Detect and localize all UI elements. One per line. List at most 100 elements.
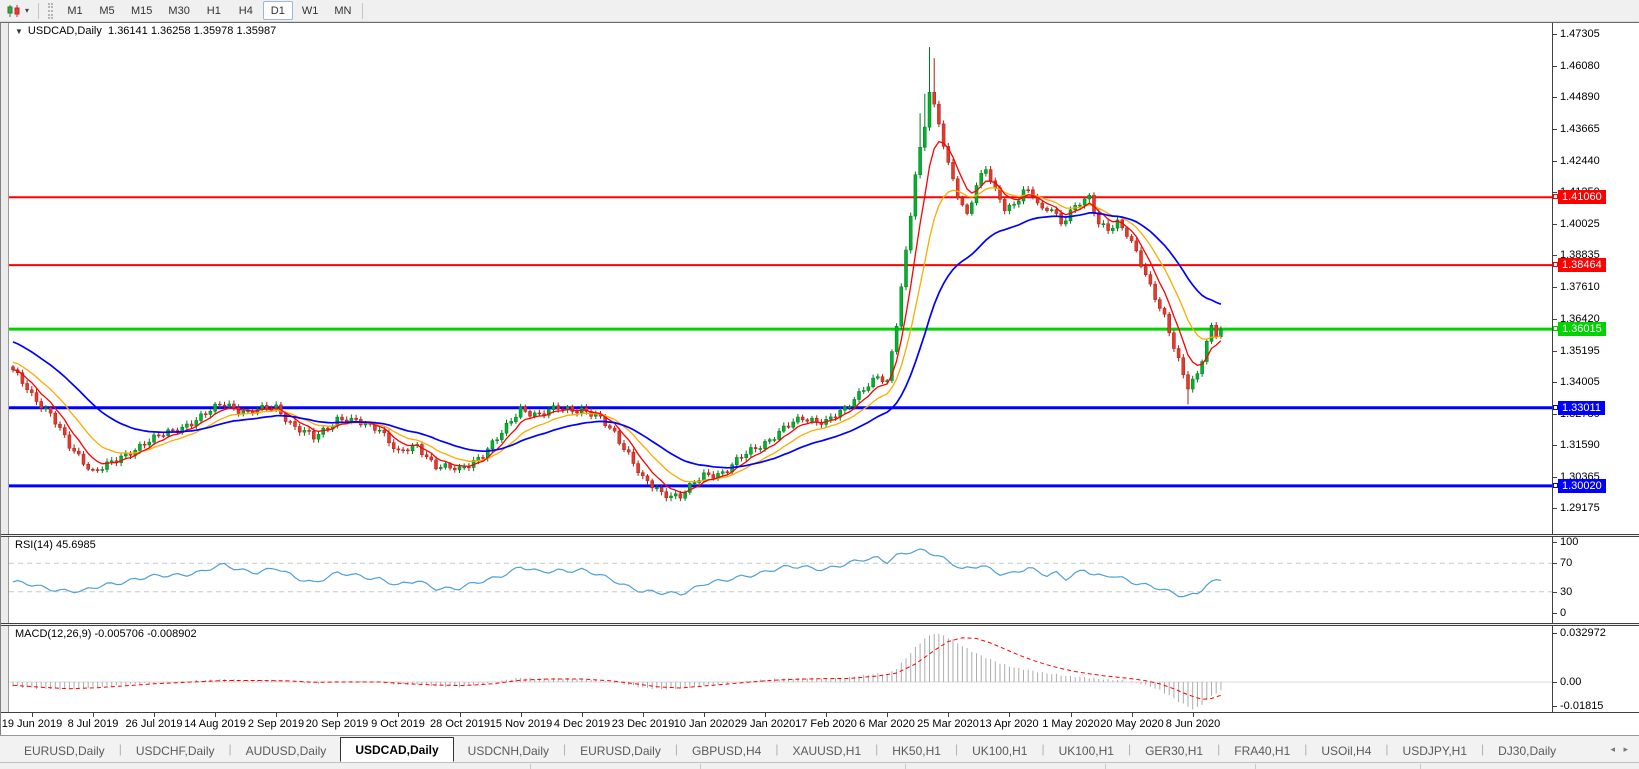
date-tick — [887, 713, 888, 717]
rsi-axis: 100 70 30 0 — [1552, 537, 1639, 623]
rsi-tick — [1553, 542, 1557, 543]
chart-type-button[interactable]: ▾ — [0, 1, 35, 21]
price-tick — [1553, 255, 1557, 256]
macd-tick-label: 0.032972 — [1560, 627, 1606, 639]
price-tick — [1553, 192, 1557, 193]
rsi-tick — [1553, 613, 1557, 614]
rsi-tick-label: 0 — [1560, 607, 1567, 619]
date-tick-label: 29 Jan 2020 — [734, 718, 796, 730]
chart-tab-eurusd-daily[interactable]: EURUSD,Daily — [566, 739, 675, 762]
price-tick-label: 1.40025 — [1560, 218, 1600, 230]
date-tick-label: 9 Oct 2019 — [371, 718, 425, 730]
rsi-indicator-pane[interactable]: RSI(14) 45.6985 — [9, 537, 1552, 623]
chart-tab-usdcnh-daily[interactable]: USDCNH,Daily — [454, 739, 563, 762]
date-tick-label: 4 Dec 2019 — [553, 718, 611, 730]
macd-tick-label: 0.00 — [1560, 676, 1582, 688]
macd-label: MACD(12,26,9) -0.005706 -0.008902 — [15, 628, 197, 640]
date-tick-label: 23 Dec 2019 — [611, 718, 675, 730]
price-line-notch — [1553, 405, 1558, 410]
price-tick-label: 1.31590 — [1560, 439, 1600, 451]
window-left-edge — [1, 23, 9, 736]
date-tick-label: 15 Nov 2019 — [489, 718, 553, 730]
chart-tab-ger30-h1[interactable]: GER30,H1 — [1131, 739, 1217, 762]
price-tick-label: 1.46080 — [1560, 60, 1600, 72]
price-chart-pane[interactable]: ▼ USDCAD,Daily 1.36141 1.36258 1.35978 1.… — [9, 23, 1552, 534]
price-tick — [1553, 445, 1557, 446]
price-tick — [1553, 508, 1557, 509]
date-tick — [32, 713, 33, 717]
price-tick-label: 1.34005 — [1560, 376, 1600, 388]
date-tick-label: 20 May 2020 — [1100, 718, 1164, 730]
tab-scroll-arrows[interactable]: ◂ ▸ — [1602, 744, 1639, 755]
date-tick-label: 1 May 2020 — [1042, 718, 1100, 730]
price-tick-label: 1.43665 — [1560, 123, 1600, 135]
date-tick — [765, 713, 766, 717]
date-tick-label: 13 Apr 2020 — [979, 718, 1039, 730]
date-tick — [704, 713, 705, 717]
macd-tick — [1553, 633, 1557, 634]
price-tick-label: 1.42440 — [1560, 155, 1600, 167]
date-tick — [521, 713, 522, 717]
price-line-label: 1.38464 — [1558, 258, 1606, 272]
date-tick-label: 8 Jun 2020 — [1165, 718, 1221, 730]
price-tick — [1553, 382, 1557, 383]
timeframe-button-h1[interactable]: H1 — [199, 1, 229, 20]
timeframe-button-m15[interactable]: M15 — [124, 1, 159, 20]
date-tick — [460, 713, 461, 717]
macd-tick-label: -0.01815 — [1560, 700, 1604, 712]
timeframe-button-m1[interactable]: M1 — [60, 1, 90, 20]
price-tick — [1553, 351, 1557, 352]
chart-tab-usoil-h4[interactable]: USOil,H4 — [1307, 739, 1385, 762]
chart-tab-hk50-h1[interactable]: HK50,H1 — [878, 739, 955, 762]
status-separator — [905, 764, 906, 769]
date-tick-label: 14 Aug 2019 — [184, 718, 246, 730]
price-line-notch — [1553, 326, 1558, 331]
chart-tab-eurusd-daily[interactable]: EURUSD,Daily — [10, 739, 119, 762]
timeframe-button-mn[interactable]: MN — [327, 1, 358, 20]
chart-tab-xauusd-h1[interactable]: XAUUSD,H1 — [778, 739, 875, 762]
chart-tab-fra40-h1[interactable]: FRA40,H1 — [1220, 739, 1304, 762]
timeframe-toolbar: ▾ M1 M5 M15 M30 H1 H4 D1 W1 MN — [0, 0, 1639, 22]
macd-chart[interactable] — [9, 626, 1552, 712]
price-line-label: 1.41060 — [1558, 190, 1606, 204]
timeframe-buttons: M1 M5 M15 M30 H1 H4 D1 W1 MN — [59, 1, 359, 20]
chart-tab-usdcad-daily[interactable]: USDCAD,Daily — [340, 737, 454, 762]
chart-tab-uk100-h1[interactable]: UK100,H1 — [1045, 739, 1128, 762]
chart-tab-audusd-daily[interactable]: AUDUSD,Daily — [232, 739, 341, 762]
chart-menu-caret-icon[interactable]: ▼ — [15, 27, 23, 36]
price-line-label: 1.30020 — [1558, 479, 1606, 493]
macd-indicator-pane[interactable]: MACD(12,26,9) -0.005706 -0.008902 — [9, 626, 1552, 712]
timeframe-button-m30[interactable]: M30 — [161, 1, 196, 20]
macd-tick — [1553, 682, 1557, 683]
rsi-tick-label: 100 — [1560, 537, 1579, 548]
timeframe-button-h4[interactable]: H4 — [231, 1, 261, 20]
timeframe-button-d1[interactable]: D1 — [262, 1, 293, 20]
status-separator — [1255, 764, 1256, 769]
price-tick-label: 1.47305 — [1560, 28, 1600, 40]
chart-tab-usdchf-daily[interactable]: USDCHF,Daily — [122, 739, 229, 762]
toolbar-grip[interactable] — [48, 2, 54, 19]
chart-title-ohlc: 1.36141 1.36258 1.35978 1.35987 — [108, 25, 277, 37]
date-tick — [1193, 713, 1194, 717]
chart-title-symbol: USDCAD,Daily — [27, 25, 102, 37]
chart-tab-dj30-daily[interactable]: DJ30,Daily — [1484, 739, 1570, 762]
candlestick-chart[interactable] — [9, 23, 1552, 534]
date-tick — [948, 713, 949, 717]
date-tick — [1132, 713, 1133, 717]
chart-tab-gbpusd-h4[interactable]: GBPUSD,H4 — [678, 739, 775, 762]
chart-window: ▼ USDCAD,Daily 1.36141 1.36258 1.35978 1.… — [0, 22, 1639, 736]
timeframe-button-w1[interactable]: W1 — [295, 1, 326, 20]
rsi-tick — [1553, 592, 1557, 593]
date-tick — [93, 713, 94, 717]
price-tick — [1553, 161, 1557, 162]
status-separator — [530, 764, 531, 769]
date-tick — [276, 713, 277, 717]
price-tick — [1553, 97, 1557, 98]
chart-tab-usdjpy-h1[interactable]: USDJPY,H1 — [1389, 739, 1481, 762]
timeframe-button-m5[interactable]: M5 — [92, 1, 122, 20]
price-line-notch — [1553, 483, 1558, 488]
price-line-label: 1.36015 — [1558, 322, 1606, 336]
chart-tab-uk100-h1[interactable]: UK100,H1 — [958, 739, 1041, 762]
date-tick-label: 19 Jun 2019 — [1, 718, 63, 730]
rsi-chart[interactable] — [9, 537, 1552, 623]
